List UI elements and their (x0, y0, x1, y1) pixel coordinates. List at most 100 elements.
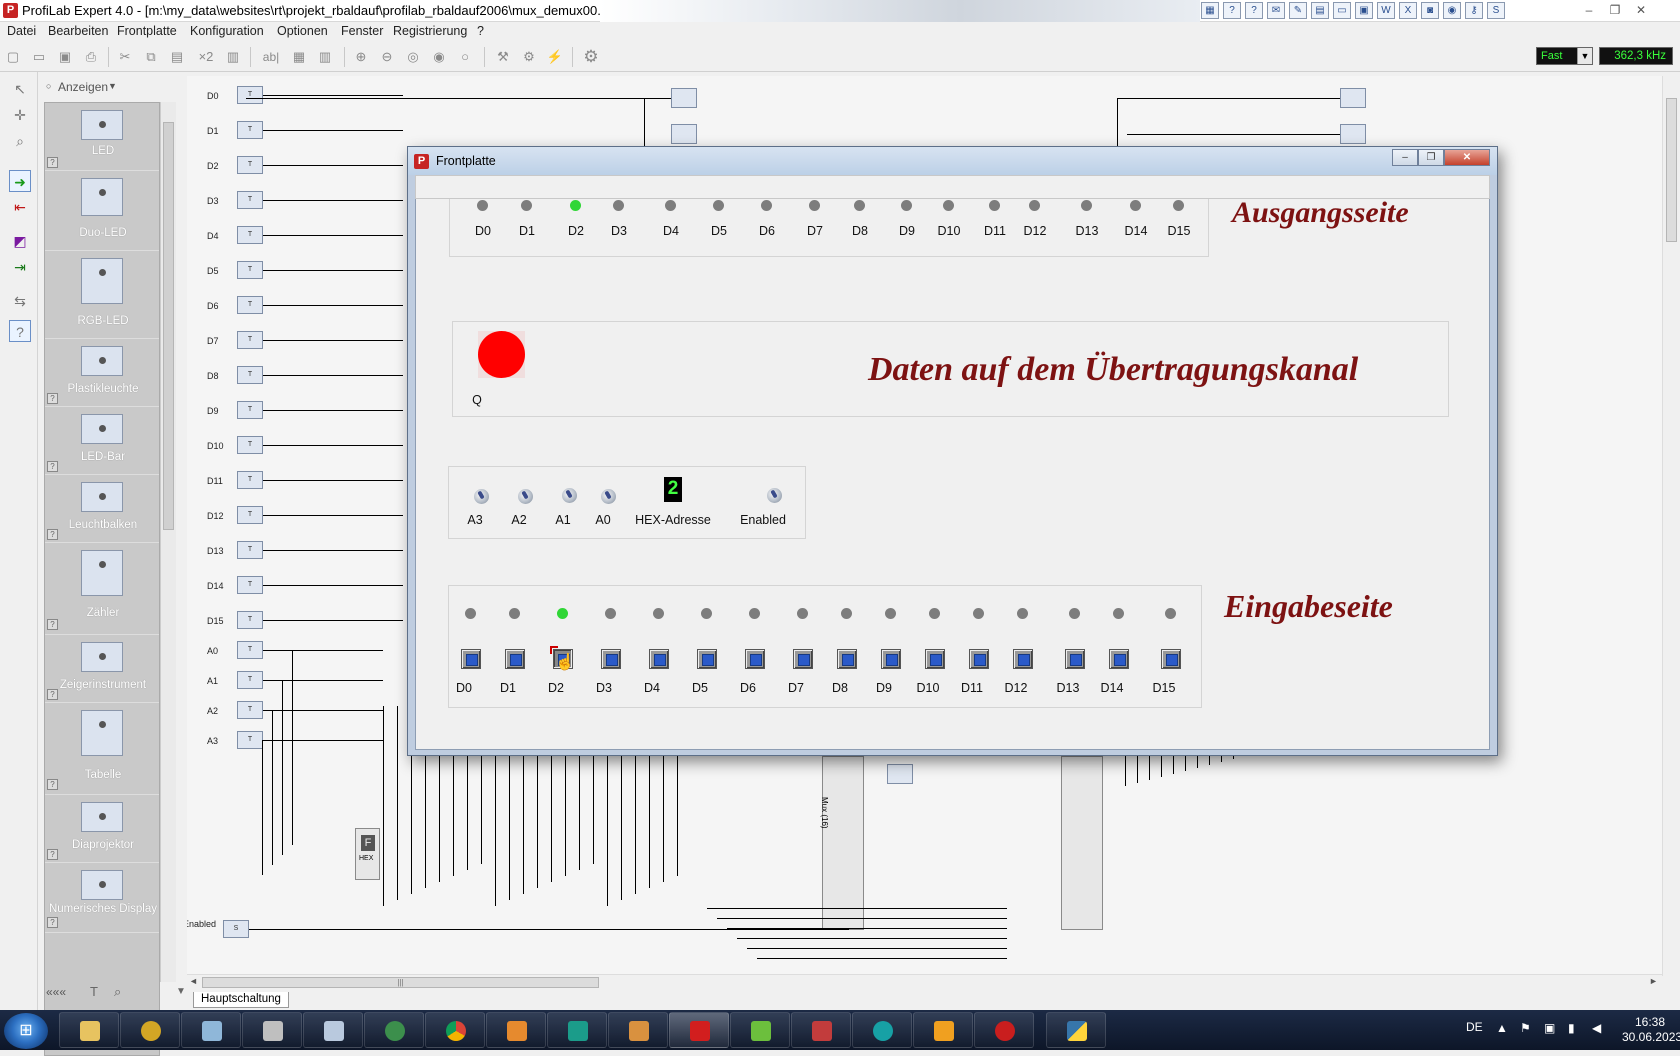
output-led-block[interactable] (671, 88, 697, 108)
taskbar-chart[interactable] (730, 1012, 790, 1048)
input-button[interactable] (925, 649, 945, 669)
chevron-down-icon[interactable]: ▼ (108, 81, 117, 91)
mux-chip[interactable]: Mux (16) (820, 756, 864, 930)
help-icon[interactable]: ? (47, 393, 58, 404)
help-icon[interactable]: ? (47, 689, 58, 700)
input-button[interactable] (1109, 649, 1129, 669)
taskbar-stack[interactable] (242, 1012, 302, 1048)
key-icon[interactable]: ⚷ (1465, 2, 1483, 19)
color-tool-icon[interactable]: ◩ (9, 230, 31, 252)
paste-icon[interactable]: ▤ (168, 48, 186, 66)
save-icon[interactable]: ▣ (56, 48, 74, 66)
folder-icon[interactable]: ▣ (1355, 2, 1373, 19)
stop-icon[interactable]: ⇤ (9, 196, 31, 218)
taskbar-notes[interactable] (181, 1012, 241, 1048)
input-button[interactable] (601, 649, 621, 669)
input-switch[interactable]: T (237, 671, 263, 689)
pin-icon[interactable]: ▼ (176, 986, 186, 997)
menu-konfiguration[interactable]: Konfiguration (190, 24, 264, 38)
input-switch[interactable]: T (237, 471, 263, 489)
palette-scrollbar[interactable] (160, 102, 176, 982)
open-folder-icon[interactable]: ▭ (30, 48, 48, 66)
context-help-icon[interactable]: ? (9, 320, 31, 342)
input-switch[interactable]: T (237, 541, 263, 559)
close-button[interactable]: ✕ (1628, 1, 1654, 19)
help-icon[interactable]: ? (47, 917, 58, 928)
input-switch[interactable]: T (237, 701, 263, 719)
palette-item-plastikleuchte[interactable]: Plastikleuchte ? (45, 339, 159, 407)
taskbar-clock[interactable]: 16:38 30.06.2023 (1622, 1015, 1680, 1045)
taskbar-arduino[interactable] (852, 1012, 912, 1048)
palette-item-rgb-led[interactable]: RGB-LED (45, 251, 159, 339)
minimize-button[interactable]: – (1576, 1, 1602, 19)
palette-item-zaehler[interactable]: Zähler ? (45, 543, 159, 635)
run-arrow-icon[interactable]: ➜ (9, 170, 31, 192)
input-button[interactable] (505, 649, 525, 669)
scrollbar-thumb[interactable]: ||| (202, 977, 599, 988)
input-button[interactable] (461, 649, 481, 669)
output-led-block[interactable] (1340, 88, 1366, 108)
binoculars-icon[interactable]: ⌕ (114, 984, 121, 1000)
input-switch[interactable]: T (237, 296, 263, 314)
help-icon[interactable]: ? (1223, 2, 1241, 19)
taskbar-calculator[interactable] (303, 1012, 363, 1048)
taskbar-tool[interactable] (791, 1012, 851, 1048)
output-led-block[interactable] (1340, 124, 1366, 144)
taskbar-paint[interactable] (608, 1012, 668, 1048)
zoom-page-icon[interactable]: ◉ (430, 48, 448, 66)
chevron-down-icon[interactable]: ▼ (1577, 48, 1592, 64)
menu-datei[interactable]: Datei (7, 24, 36, 38)
taskbar-python[interactable] (1046, 1012, 1106, 1048)
green-circle-icon[interactable]: ◉ (1443, 2, 1461, 19)
red-box-icon[interactable]: ◙ (1421, 2, 1439, 19)
input-button[interactable] (1065, 649, 1085, 669)
network-icon[interactable]: ▣ (1544, 1021, 1555, 1035)
connect-icon[interactable]: ⇥ (9, 256, 31, 278)
taskbar-globe[interactable] (364, 1012, 424, 1048)
input-button[interactable] (697, 649, 717, 669)
zoom-out-icon[interactable]: ⊖ (378, 48, 396, 66)
address-switch-a2[interactable] (518, 489, 533, 504)
close-button[interactable]: ✕ (1444, 149, 1490, 166)
palette-item-zeigerinstrument[interactable]: Zeigerinstrument ? (45, 635, 159, 703)
input-button[interactable] (1013, 649, 1033, 669)
align-icon[interactable]: ▥ (316, 48, 334, 66)
zoom-fit-icon[interactable]: ◎ (404, 48, 422, 66)
input-switch[interactable]: T (237, 156, 263, 174)
palette-item-duo-led[interactable]: Duo-LED (45, 171, 159, 251)
palette-item-led-bar[interactable]: LED-Bar ? (45, 407, 159, 475)
palette-item-tabelle[interactable]: Tabelle ? (45, 703, 159, 795)
print-icon[interactable]: ⎙ (82, 48, 100, 66)
taskbar-media[interactable] (486, 1012, 546, 1048)
taskbar-profilab[interactable] (669, 1012, 729, 1048)
hex-display-chip[interactable]: F HEX (355, 828, 380, 880)
language-indicator[interactable]: DE (1466, 1020, 1483, 1034)
help-icon[interactable]: ? (47, 849, 58, 860)
scroll-left-icon[interactable]: ◄ (189, 976, 198, 986)
menu-frontplatte[interactable]: Frontplatte (117, 24, 177, 38)
enabled-switch[interactable]: S (223, 920, 249, 938)
crosshair-icon[interactable]: ✛ (9, 104, 31, 126)
input-button[interactable] (649, 649, 669, 669)
calculator-icon[interactable]: ▦ (1201, 2, 1219, 19)
magnifier-icon[interactable]: ⌕ (9, 130, 31, 152)
mail-icon[interactable]: ✉ (1267, 2, 1285, 19)
notes-icon[interactable]: ✎ (1289, 2, 1307, 19)
help-icon[interactable]: ? (47, 779, 58, 790)
help-icon-2[interactable]: ? (1245, 2, 1263, 19)
clipboard-icon[interactable]: ▤ (1311, 2, 1329, 19)
input-button[interactable] (1161, 649, 1181, 669)
slides-icon[interactable]: ▭ (1333, 2, 1351, 19)
input-button[interactable] (837, 649, 857, 669)
output-led-block[interactable] (671, 124, 697, 144)
taskbar-explorer[interactable] (59, 1012, 119, 1048)
scroll-right-icon[interactable]: ► (1649, 976, 1658, 986)
input-switch[interactable]: T (237, 121, 263, 139)
taskbar-red-tool[interactable] (974, 1012, 1034, 1048)
address-switch-a0[interactable] (601, 489, 616, 504)
input-switch[interactable]: T (237, 731, 263, 749)
address-switch-a3[interactable] (474, 489, 489, 504)
flag-icon[interactable]: ⚑ (1520, 1021, 1531, 1035)
input-switch[interactable]: T (237, 191, 263, 209)
help-icon[interactable]: ? (47, 529, 58, 540)
